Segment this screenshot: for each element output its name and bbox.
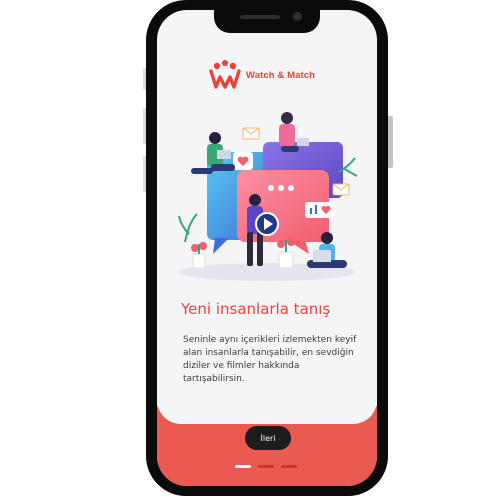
people-logo-icon <box>209 60 241 89</box>
front-camera <box>293 12 302 21</box>
onboarding-title: Yeni insanlarla tanış <box>181 300 331 318</box>
onboarding-screen: Watch & Match Yeni insanlarla tanış Seni… <box>157 10 377 486</box>
next-button[interactable]: İleri <box>245 426 291 450</box>
page-dot-1[interactable] <box>235 465 251 468</box>
page-dot-2[interactable] <box>258 465 274 468</box>
app-logo: Watch & Match <box>208 58 315 92</box>
speaker-grille <box>240 15 280 19</box>
onboarding-description: Seninle aynı içerikleri izlemekten keyif… <box>183 335 357 384</box>
phone-notch <box>214 7 320 33</box>
page-dot-3[interactable] <box>281 465 297 468</box>
phone-mockup: Watch & Match Yeni insanlarla tanış Seni… <box>0 0 500 500</box>
people-chatting-illustration <box>178 112 358 281</box>
content-card-bottom <box>157 388 377 424</box>
app-name: Watch & Match <box>246 69 316 81</box>
page-indicator <box>235 465 297 468</box>
